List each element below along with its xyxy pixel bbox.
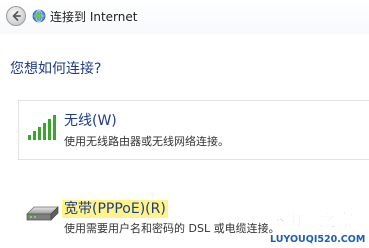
option-broadband-title: 宽带(PPPoE)(R) [62, 200, 168, 218]
broadband-modem-icon [26, 206, 59, 221]
connect-to-internet-window: 连接到 Internet 您想如何连接? 无线(W) 使用无线路由器或无线网络连… [0, 0, 369, 248]
page-heading: 您想如何连接? [10, 61, 102, 77]
title-bar: 连接到 Internet [0, 0, 369, 34]
back-arrow-icon [12, 11, 21, 21]
option-broadband-pppoe[interactable]: 宽带(PPPoE)(R) 使用需要用户名和密码的 DSL 或电缆连接。 [18, 194, 369, 248]
wireless-signal-icon [28, 115, 56, 140]
option-wireless-title: 无线(W) [64, 113, 117, 129]
option-wireless[interactable]: 无线(W) 使用无线路由器或无线网络连接。 [18, 100, 369, 160]
option-broadband-description: 使用需要用户名和密码的 DSL 或电缆连接。 [64, 222, 280, 235]
network-globe-icon [32, 9, 46, 23]
back-button[interactable] [6, 6, 26, 26]
window-title: 连接到 Internet [50, 10, 138, 24]
option-wireless-description: 使用无线路由器或无线网络连接。 [64, 135, 229, 148]
